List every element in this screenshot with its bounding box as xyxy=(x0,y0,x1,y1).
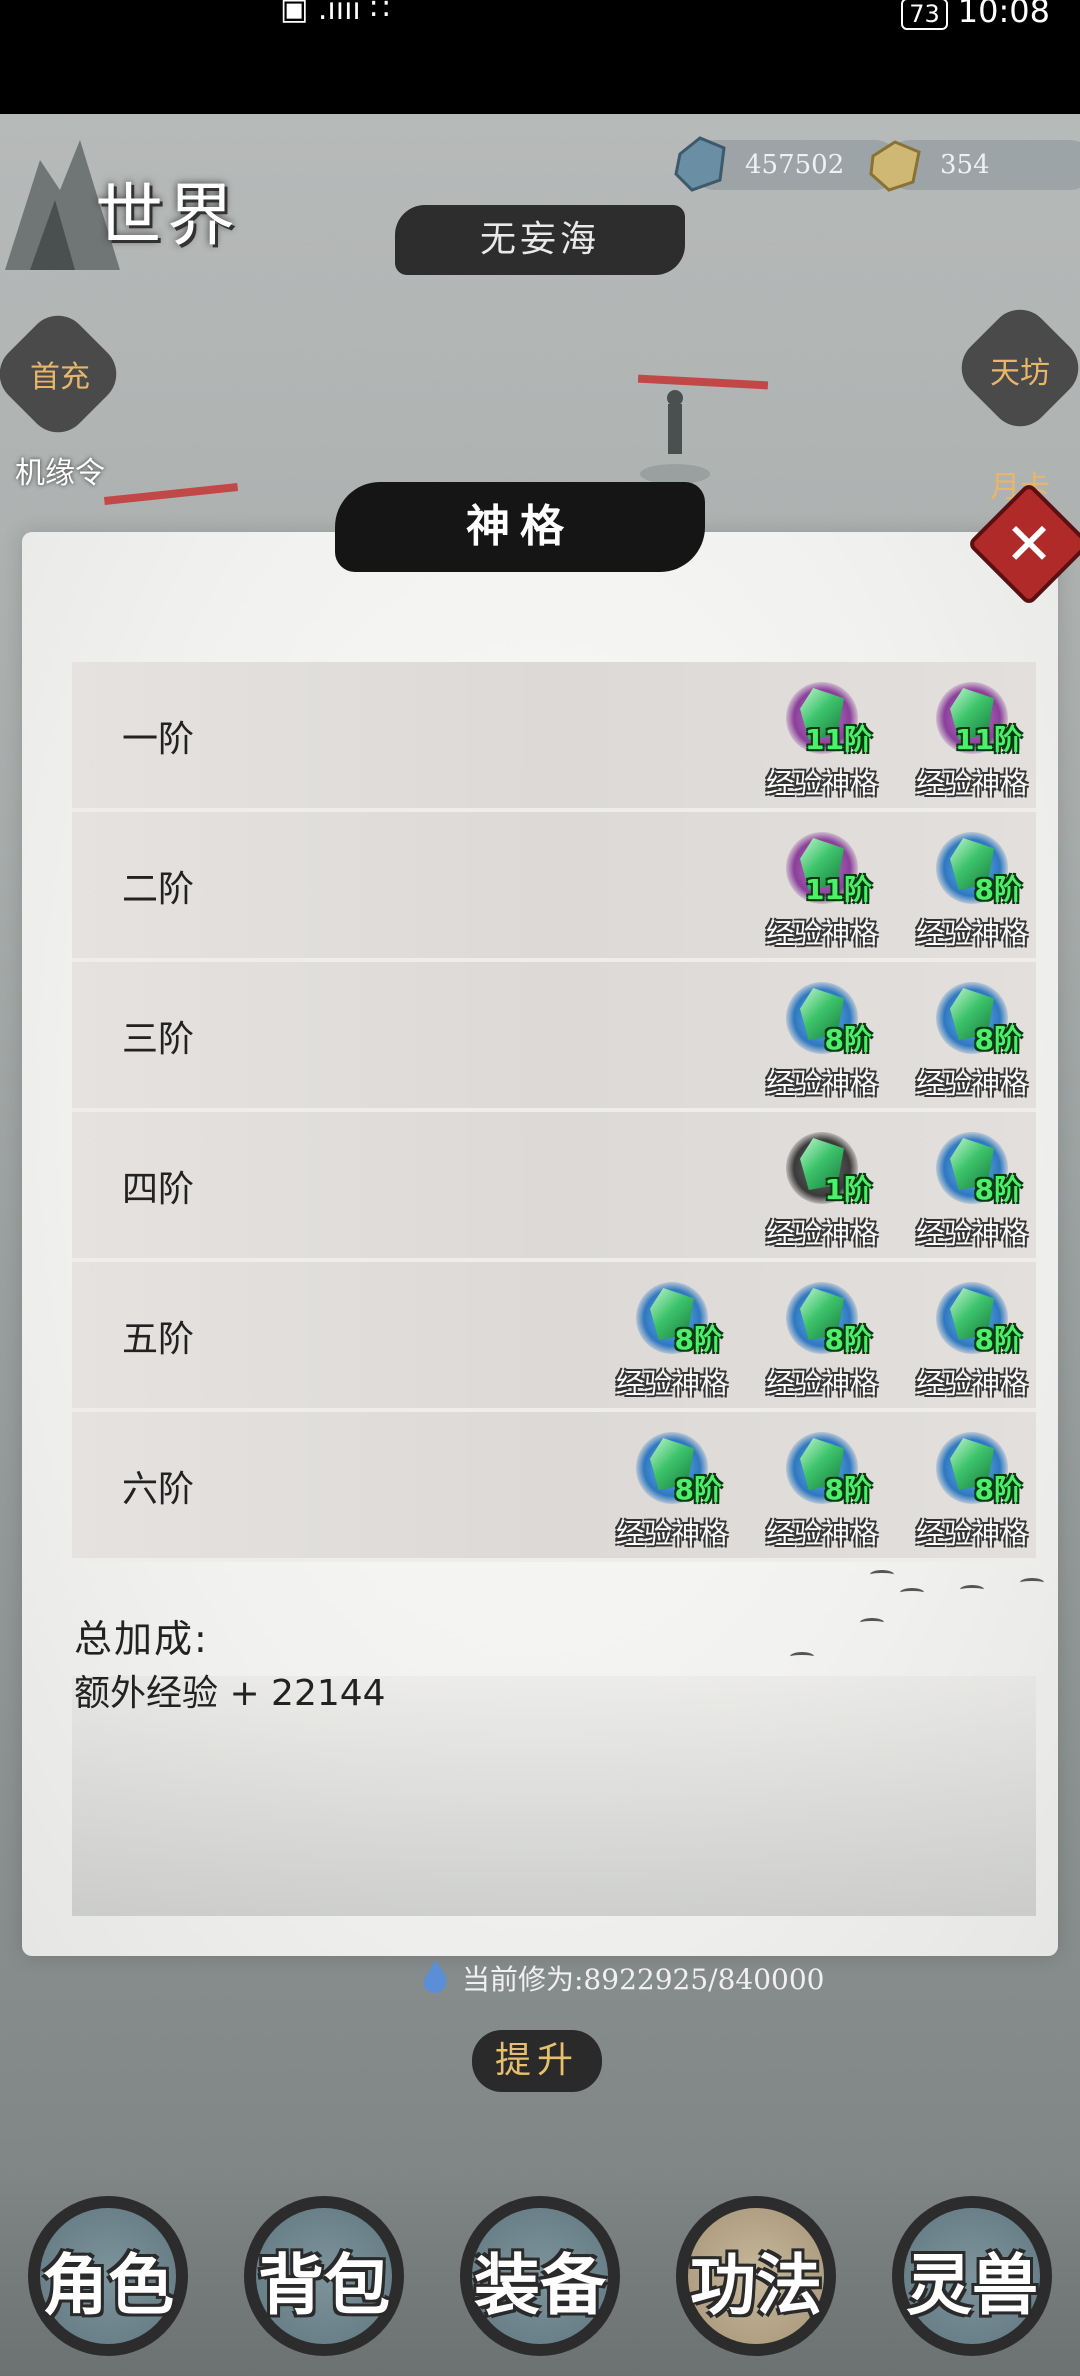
slot-level: 8阶 xyxy=(974,1173,1022,1206)
slot-level: 8阶 xyxy=(824,1023,872,1056)
divine-grid-slot[interactable]: 8阶经验神格 xyxy=(762,982,882,1102)
slot-level: 8阶 xyxy=(974,873,1022,906)
divine-grid-slot[interactable]: 11阶经验神格 xyxy=(912,682,1032,802)
bird-icon xyxy=(900,1588,924,1597)
nav-button[interactable]: 功法 xyxy=(664,2192,848,2364)
divine-grid-slot[interactable]: 8阶经验神格 xyxy=(612,1282,732,1402)
tier-row: 三阶 8阶 经验神格 8阶 经验神格 xyxy=(72,962,1036,1112)
bird-icon xyxy=(870,1570,894,1579)
slot-name: 经验神格 xyxy=(765,767,878,800)
slot-name: 经验神格 xyxy=(915,767,1028,800)
tier-row: 六阶 8阶 经验神格 8阶 经验神格 8阶 经验神格 xyxy=(72,1412,1036,1562)
divine-grid-slot[interactable]: 8阶经验神格 xyxy=(612,1432,732,1552)
nav-button-label: 角色 xyxy=(42,2246,174,2324)
slot-level: 8阶 xyxy=(674,1473,722,1506)
nav-button-label: 功法 xyxy=(690,2246,822,2324)
divine-grid-slot[interactable]: 8阶经验神格 xyxy=(912,1282,1032,1402)
slot-name: 经验神格 xyxy=(615,1517,728,1550)
nav-button[interactable]: 装备 xyxy=(448,2192,632,2364)
divine-grid-slot[interactable]: 8阶经验神格 xyxy=(912,982,1032,1102)
tier-row: 四阶 1阶 经验神格 8阶 经验神格 xyxy=(72,1112,1036,1262)
battery-indicator: 73 xyxy=(901,0,948,30)
divine-grid-slot[interactable]: 11阶经验神格 xyxy=(762,682,882,802)
slot-name: 经验神格 xyxy=(915,1217,1028,1250)
slot-name: 经验神格 xyxy=(765,1217,878,1250)
slot-name: 经验神格 xyxy=(915,1517,1028,1550)
bird-icon xyxy=(790,1652,814,1661)
flame-icon xyxy=(424,1960,447,1993)
slot-level: 11阶 xyxy=(805,723,872,756)
total-bonus-label: 总加成: xyxy=(74,1617,209,1661)
world-title: 世界 xyxy=(95,177,240,256)
dialog-title: 神格 xyxy=(335,482,705,572)
gold-value: 354 xyxy=(940,150,990,180)
tier-list: 一阶 11阶 经验神格 11阶 经验神格 二阶 11阶 经验神格 8阶 经验神格 三阶 8阶 经验神格 8… xyxy=(72,662,1036,1562)
slot-name: 经验神格 xyxy=(765,1367,878,1400)
tier-row: 一阶 11阶 经验神格 11阶 经验神格 xyxy=(72,662,1036,812)
blue-crystal-icon xyxy=(674,136,726,192)
enemy-hp-bar xyxy=(103,483,239,505)
tier-label: 一阶 xyxy=(122,719,195,760)
nav-button-label: 灵兽 xyxy=(906,2246,1038,2324)
tier-row: 二阶 11阶 经验神格 8阶 经验神格 xyxy=(72,812,1036,962)
tier-label: 二阶 xyxy=(122,869,195,910)
divine-grid-slot[interactable]: 1阶经验神格 xyxy=(762,1132,882,1252)
fortune-order-button[interactable]: 机缘令 xyxy=(10,448,110,492)
close-icon[interactable]: ✕ xyxy=(985,500,1073,588)
divine-grid-slot[interactable]: 8阶经验神格 xyxy=(912,1132,1032,1252)
divine-grid-slot[interactable]: 8阶经验神格 xyxy=(912,1432,1032,1552)
status-bar: ▣ .ıııı ∷ 73 10:08 xyxy=(0,0,1080,114)
slot-name: 经验神格 xyxy=(765,1067,878,1100)
slot-level: 8阶 xyxy=(974,1323,1022,1356)
slot-name: 经验神格 xyxy=(765,917,878,950)
slot-name: 经验神格 xyxy=(915,917,1028,950)
status-right: 73 10:08 xyxy=(901,0,1050,30)
npc-figure-icon[interactable] xyxy=(630,384,710,484)
slot-name: 经验神格 xyxy=(615,1367,728,1400)
gold-counter[interactable]: 354 xyxy=(869,140,1080,192)
gold-ingot-icon xyxy=(869,140,921,192)
crystal-value: 457502 xyxy=(745,150,845,180)
slot-level: 11阶 xyxy=(805,873,872,906)
divine-grid-slot[interactable]: 8阶经验神格 xyxy=(912,832,1032,952)
status-icons: ▣ .ıııı ∷ xyxy=(280,0,390,27)
bird-icon xyxy=(860,1618,884,1627)
nav-button-label: 装备 xyxy=(474,2246,606,2324)
slot-level: 8阶 xyxy=(824,1323,872,1356)
cultivation-text: 当前修为:8922925/840000 xyxy=(462,1963,825,1996)
slot-name: 经验神格 xyxy=(765,1517,878,1550)
first-recharge-button[interactable]: 首充 xyxy=(10,352,110,396)
tier-label: 三阶 xyxy=(122,1019,195,1060)
location-banner: 无妄海 xyxy=(395,205,685,275)
bird-icon xyxy=(1020,1578,1044,1587)
nav-button[interactable]: 背包 xyxy=(232,2192,416,2364)
tier-row: 五阶 8阶 经验神格 8阶 经验神格 8阶 经验神格 xyxy=(72,1262,1036,1412)
tianfang-button[interactable]: 天坊 xyxy=(970,348,1070,392)
tier-label: 五阶 xyxy=(122,1319,195,1360)
slot-name: 经验神格 xyxy=(915,1367,1028,1400)
divine-grid-slot[interactable]: 8阶经验神格 xyxy=(762,1432,882,1552)
clock: 10:08 xyxy=(957,0,1050,30)
slot-name: 经验神格 xyxy=(915,1067,1028,1100)
bird-icon xyxy=(960,1585,984,1594)
slot-level: 8阶 xyxy=(974,1473,1022,1506)
divine-grid-slot[interactable]: 11阶经验神格 xyxy=(762,832,882,952)
nav-button-label: 背包 xyxy=(258,2246,390,2324)
nav-button[interactable]: 角色 xyxy=(16,2192,200,2364)
tier-label: 六阶 xyxy=(122,1469,195,1510)
slot-level: 8阶 xyxy=(824,1473,872,1506)
tier-label: 四阶 xyxy=(122,1169,195,1210)
nav-button[interactable]: 灵兽 xyxy=(880,2192,1064,2364)
slot-level: 11阶 xyxy=(955,723,1022,756)
slot-level: 8阶 xyxy=(974,1023,1022,1056)
slot-level: 8阶 xyxy=(674,1323,722,1356)
upgrade-button[interactable]: 提升 xyxy=(472,2030,602,2092)
total-bonus-value: 额外经验 + 22144 xyxy=(74,1673,386,1714)
divine-grid-slot[interactable]: 8阶经验神格 xyxy=(762,1282,882,1402)
slot-level: 1阶 xyxy=(824,1173,872,1206)
